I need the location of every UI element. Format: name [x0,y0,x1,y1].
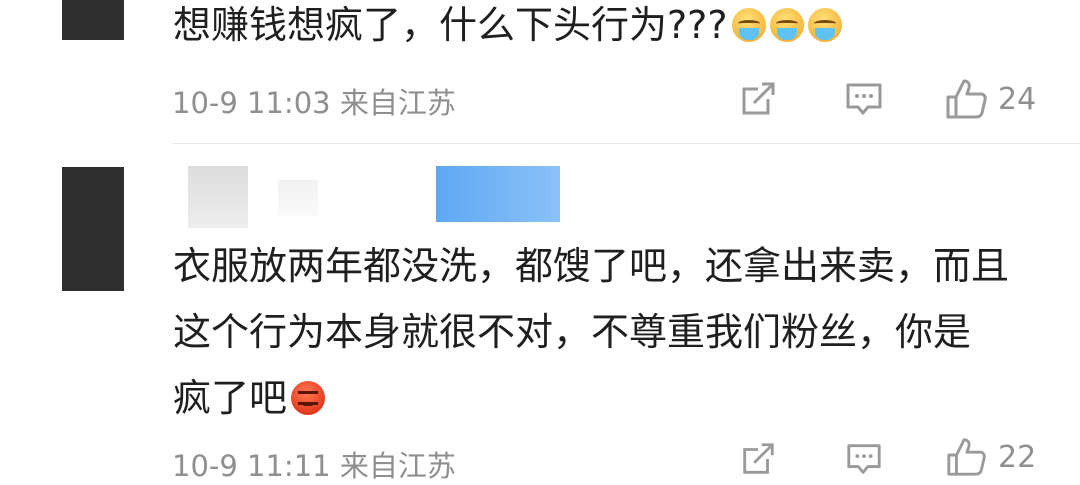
username-redacted [436,166,560,222]
angry-emoji-icon [291,381,326,415]
avatar[interactable] [62,167,124,291]
tears-emoji-icon [769,8,804,42]
comment-text-line: 衣服放两年都没洗，都馊了吧，还拿出来卖，而且 [173,244,1010,288]
comment-text: 想赚钱想疯了，什么下头行为??? [173,0,842,58]
comment-icon [847,444,881,474]
share-icon [742,82,775,115]
reply-button[interactable] [844,440,884,478]
like-button[interactable]: 22 [944,436,1036,478]
like-count: 22 [998,439,1037,475]
comment-icon [846,83,882,115]
thumbs-up-icon [946,79,987,119]
comment-meta: 10-9 11:11 来自江苏 [172,449,456,483]
comment-meta: 10-9 11:03 来自江苏 [172,86,456,120]
tears-emoji-icon [731,8,766,42]
tears-emoji-icon [807,8,842,42]
username-redacted[interactable] [188,166,248,228]
comment-text-line: 疯了吧 [173,376,288,420]
comment-text-line: 这个行为本身就很不对，不尊重我们粉丝，你是 [173,310,972,354]
like-button[interactable]: 24 [944,77,1036,121]
comment-text: 衣服放两年都没洗，都馊了吧，还拿出来卖，而且 这个行为本身就很不对，不尊重我们粉… [173,233,1009,431]
like-count: 24 [998,81,1037,117]
comment-text-line: 想赚钱想疯了，什么下头行为??? [173,3,728,47]
avatar[interactable] [62,0,124,40]
share-icon [743,443,774,474]
reply-button[interactable] [844,79,884,119]
divider [172,143,1080,144]
thumbs-up-icon [947,438,986,476]
username-redacted [278,180,318,216]
share-button[interactable] [738,440,778,478]
share-button[interactable] [738,79,778,119]
